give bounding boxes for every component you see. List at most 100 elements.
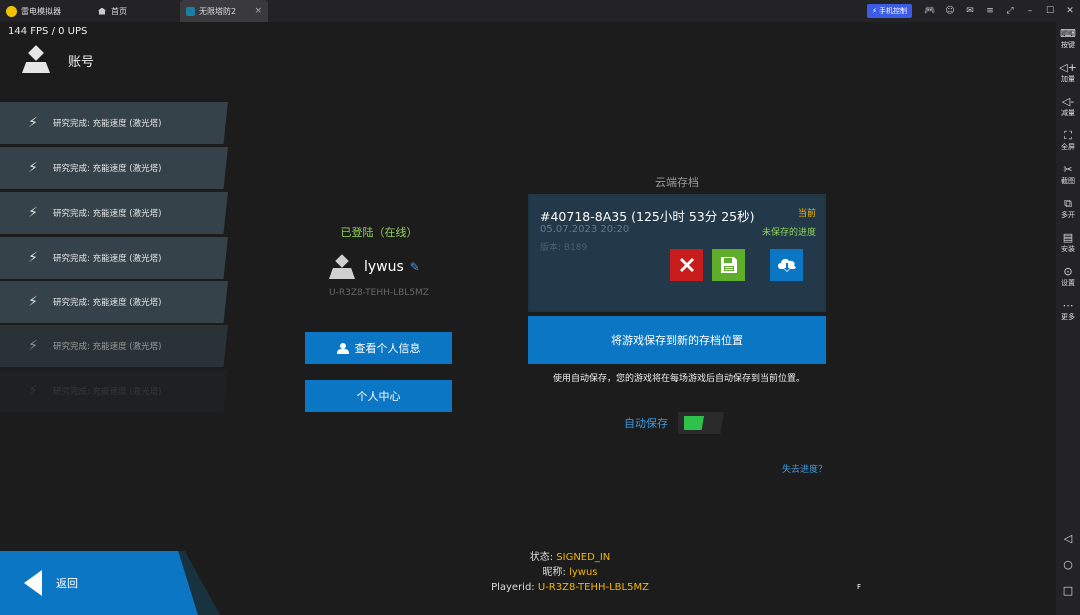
phone-control-button[interactable]: ⚡ 手机控制 [867, 4, 912, 18]
phone-control-label: 手机控制 [879, 7, 907, 15]
notification-text: 研究完成: 充能速度 (激光塔) [53, 387, 162, 397]
maximize-icon[interactable]: ☐ [1040, 6, 1060, 16]
save-id: #40718-8A35 (125小时 53分 25秒) [540, 209, 755, 224]
nickname-label: 昵称: [542, 567, 566, 578]
close-icon[interactable]: ✕ [1060, 6, 1080, 16]
sidebar-item-multi[interactable]: ⧉ 多开 [1056, 198, 1080, 220]
app-logo-icon [6, 5, 17, 17]
laser-tower-icon: ⚡ [28, 160, 38, 176]
sidebar-item-volume-down[interactable]: ◁- 减量 [1056, 96, 1080, 118]
sidebar-item-fullscreen[interactable]: ⛶ 全屏 [1056, 130, 1080, 152]
user-row: lywus ✎ [328, 254, 420, 280]
user-id: U-R3Z8-TEHH-LBL5MZ [329, 288, 429, 298]
avatar [328, 254, 356, 280]
person-icon [336, 342, 349, 354]
cloud-save-title: 云端存档 [655, 176, 699, 189]
laser-tower-icon: ⚡ [28, 205, 38, 221]
restore-icon[interactable]: ⤢ [1000, 6, 1020, 16]
username: lywus [364, 259, 404, 275]
notification-item[interactable]: ⚡ 研究完成: 充能速度 (激光塔) [0, 192, 228, 234]
multi-instance-icon: ⧉ [1064, 197, 1072, 210]
notification-text: 研究完成: 充能速度 (激光塔) [53, 254, 162, 264]
notification-item[interactable]: ⚡ 研究完成: 充能速度 (激光塔) [0, 237, 228, 279]
cloud-download-button[interactable] [770, 249, 803, 281]
android-back-icon[interactable]: ◁ [1056, 532, 1080, 545]
nickname-line: 昵称: lywus [420, 565, 720, 580]
view-profile-button[interactable]: 查看个人信息 [305, 332, 452, 364]
mail-icon[interactable]: ✉ [960, 6, 980, 16]
debug-f-label: F [857, 583, 862, 591]
tab-close-icon[interactable]: × [254, 6, 262, 16]
sidebar-item-screenshot[interactable]: ✂ 截图 [1056, 164, 1080, 186]
user-icon[interactable]: ☺ [940, 6, 960, 16]
save-date: 05.07.2023 20:20 [540, 224, 630, 235]
cloud-download-icon [777, 258, 796, 272]
sidebar-item-label: 按键 [1061, 41, 1075, 49]
cloud-save-panel: #40718-8A35 (125小时 53分 25秒) 当前 05.07.202… [528, 194, 826, 312]
account-icon [22, 45, 50, 74]
view-profile-label: 查看个人信息 [354, 342, 421, 355]
laser-tower-icon: ⚡ [28, 383, 38, 399]
sidebar-item-install[interactable]: ▤ 安装 [1056, 232, 1080, 254]
notification-text: 研究完成: 充能速度 (激光塔) [53, 342, 162, 352]
keyboard-icon: ⌨ [1060, 27, 1076, 40]
game-screen: 144 FPS / 0 UPS 账号 ⚡ 研究完成: 充能速度 (激光塔) ⚡ 研究… [0, 22, 1056, 615]
sidebar-item-keyboard[interactable]: ⌨ 按键 [1056, 28, 1080, 50]
emulator-sidebar: ⌨ 按键 ◁+ 加量 ◁- 减量 ⛶ 全屏 ✂ 截图 ⧉ 多开 ▤ 安装 ⊙ 设置 ⋯ 更多 ◁ … [1056, 22, 1080, 615]
sidebar-item-more[interactable]: ⋯ 更多 [1056, 300, 1080, 322]
notification-item[interactable]: ⚡ 研究完成: 充能速度 (激光塔) [0, 147, 228, 189]
autosave-label: 自动保存 [624, 417, 668, 430]
sidebar-item-label: 加量 [1061, 75, 1075, 83]
notification-item: ⚡ 研究完成: 充能速度 (激光塔) [0, 370, 228, 412]
sidebar-item-settings[interactable]: ⊙ 设置 [1056, 266, 1080, 288]
edit-icon[interactable]: ✎ [410, 260, 420, 274]
notification-item[interactable]: ⚡ 研究完成: 充能速度 (激光塔) [0, 102, 228, 144]
notification-text: 研究完成: 充能速度 (激光塔) [53, 119, 162, 129]
sidebar-item-label: 更多 [1061, 313, 1075, 321]
back-label: 返回 [56, 577, 78, 590]
account-header: 账号 [22, 45, 95, 74]
notification-text: 研究完成: 充能速度 (激光塔) [53, 209, 162, 219]
menu-icon[interactable]: ≡ [980, 6, 1000, 16]
notification-item[interactable]: ⚡ 研究完成: 充能速度 (激光塔) [0, 325, 228, 367]
title-bar: 雷电模拟器 首页 无限塔防2 × ⚡ 手机控制 🎮 ☺ ✉ ≡ ⤢ – ☐ ✕ [0, 0, 1080, 22]
game-tab-icon [186, 6, 195, 16]
laser-tower-icon: ⚡ [28, 294, 38, 310]
sidebar-item-label: 设置 [1061, 279, 1075, 287]
home-icon [98, 7, 106, 15]
nickname-value: lywus [569, 567, 598, 578]
floppy-disk-icon [720, 257, 737, 273]
autosave-row: 自动保存 [624, 412, 724, 434]
playerid-line: Playerid: U-R3Z8-TEHH-LBL5MZ [420, 580, 720, 595]
android-recent-icon[interactable]: □ [1056, 584, 1080, 597]
playerid-label: Playerid: [491, 582, 535, 593]
sidebar-item-label: 多开 [1061, 211, 1075, 219]
save-game-button[interactable] [712, 249, 745, 281]
page-title: 账号 [68, 54, 95, 70]
back-button[interactable]: 返回 [0, 551, 198, 615]
emulator-window: 雷电模拟器 首页 无限塔防2 × ⚡ 手机控制 🎮 ☺ ✉ ≡ ⤢ – ☐ ✕ [0, 0, 1080, 615]
personal-center-button[interactable]: 个人中心 [305, 380, 452, 412]
android-home-icon[interactable]: ○ [1056, 558, 1080, 571]
volume-down-icon: ◁- [1061, 95, 1075, 108]
tab-game-label: 无限塔防2 [199, 6, 237, 16]
minimize-icon[interactable]: – [1020, 6, 1040, 16]
tab-game[interactable]: 无限塔防2 × [180, 0, 268, 22]
laser-tower-icon: ⚡ [28, 250, 38, 266]
personal-center-label: 个人中心 [356, 390, 401, 403]
volume-up-icon: ◁+ [1059, 61, 1077, 74]
save-to-new-slot-label: 将游戏保存到新的存档位置 [611, 334, 743, 347]
notification-item[interactable]: ⚡ 研究完成: 充能速度 (激光塔) [0, 281, 228, 323]
autosave-toggle[interactable] [678, 412, 724, 434]
delete-save-button[interactable] [670, 249, 703, 281]
sidebar-item-label: 截图 [1061, 177, 1075, 185]
gamepad-icon[interactable]: 🎮 [920, 6, 940, 16]
settings-icon: ⊙ [1063, 265, 1073, 278]
save-to-new-slot-button[interactable]: 将游戏保存到新的存档位置 [528, 316, 826, 364]
delete-icon [679, 258, 694, 272]
tab-home[interactable]: 首页 [92, 0, 180, 22]
lost-progress-link[interactable]: 失去进度？ [782, 462, 827, 475]
sidebar-item-volume-up[interactable]: ◁+ 加量 [1056, 62, 1080, 84]
toggle-knob [684, 416, 704, 430]
playerid-value: U-R3Z8-TEHH-LBL5MZ [537, 582, 649, 593]
